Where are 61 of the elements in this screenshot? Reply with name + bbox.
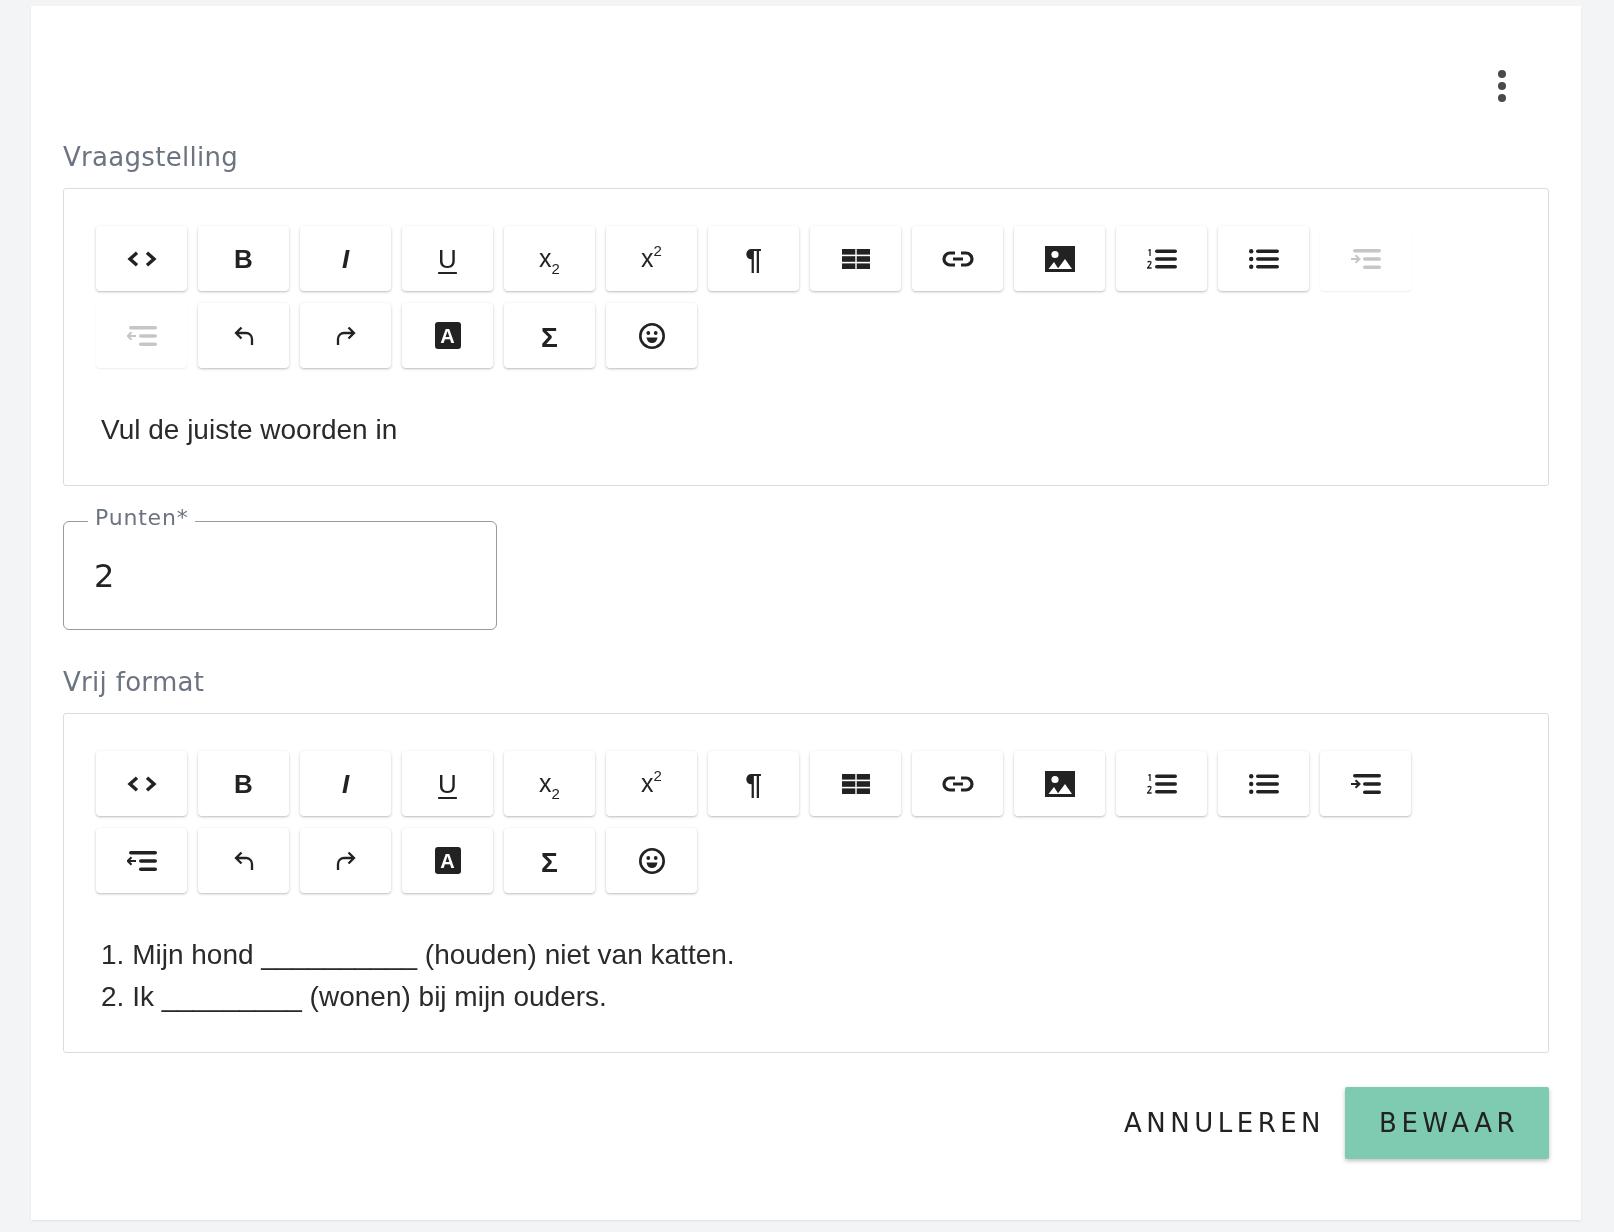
table-button[interactable] [810,751,901,816]
image-icon [1044,770,1075,797]
cancel-button[interactable]: ANNULEREN [1112,1087,1334,1159]
superscript-button[interactable]: x$^{2}$ [606,226,697,291]
outdent-icon [126,850,157,871]
indent-button[interactable] [1320,751,1411,816]
numbered-list-icon [1146,773,1177,794]
save-button[interactable]: BEWAAR [1345,1087,1549,1159]
vertical-dots-icon [1498,70,1506,102]
bold-button[interactable]: B [198,226,289,291]
undo-arrow-icon [233,851,254,870]
table-grid-icon [841,773,870,794]
numbered-list-button[interactable] [1116,226,1207,291]
undo-arrow-icon [233,326,254,345]
italic-button[interactable]: I [300,751,391,816]
indent-icon [1350,248,1381,269]
image-button[interactable] [1014,751,1105,816]
bullet-list-icon [1248,773,1279,794]
italic-button[interactable]: I [300,226,391,291]
image-button[interactable] [1014,226,1105,291]
numbered-list-button[interactable] [1116,751,1207,816]
bullet-list-icon [1248,248,1279,269]
smiley-icon [638,322,665,349]
bullet-list-button[interactable] [1218,751,1309,816]
editor-text-area[interactable]: 1. Mijn hond __________ (houden) niet van katten. 2. Ik _________ (wonen) bij mijn ouders. [101,934,1516,1018]
chain-link-icon [941,250,974,267]
formula-button[interactable]: Σ [504,303,595,368]
indent-icon [1350,773,1381,794]
subscript-button[interactable]: x$_{2}$ [504,226,595,291]
angle-brackets-icon [126,250,157,267]
text-color-button[interactable]: A [402,303,493,368]
superscript-button[interactable]: x$^{2}$ [606,751,697,816]
emoji-button[interactable] [606,828,697,893]
redo-arrow-icon [335,326,356,345]
link-button[interactable] [912,226,1003,291]
underline-button[interactable]: U [402,751,493,816]
smiley-icon [638,847,665,874]
code-view-button[interactable] [96,751,187,816]
formula-button[interactable]: Σ [504,828,595,893]
code-view-button[interactable] [96,226,187,291]
underline-button[interactable]: U [402,226,493,291]
paragraph-button[interactable]: ¶ [708,226,799,291]
angle-brackets-icon [126,775,157,792]
section-label: Vrij format [63,666,206,698]
bold-button[interactable]: B [198,751,289,816]
editor-text-area[interactable]: Vul de juiste woorden in [101,409,1516,451]
section-label: Vraagstelling [63,141,240,173]
redo-arrow-icon [335,851,356,870]
bullet-list-button[interactable] [1218,226,1309,291]
numbered-list-icon [1146,248,1177,269]
paragraph-button[interactable]: ¶ [708,751,799,816]
chain-link-icon [941,775,974,792]
text-color-button[interactable]: A [402,828,493,893]
link-button[interactable] [912,751,1003,816]
image-icon [1044,245,1075,272]
emoji-button[interactable] [606,303,697,368]
outdent-button[interactable] [96,828,187,893]
table-grid-icon [841,248,870,269]
outdent-icon [126,325,157,346]
subscript-button[interactable]: x$_{2}$ [504,751,595,816]
table-button[interactable] [810,226,901,291]
